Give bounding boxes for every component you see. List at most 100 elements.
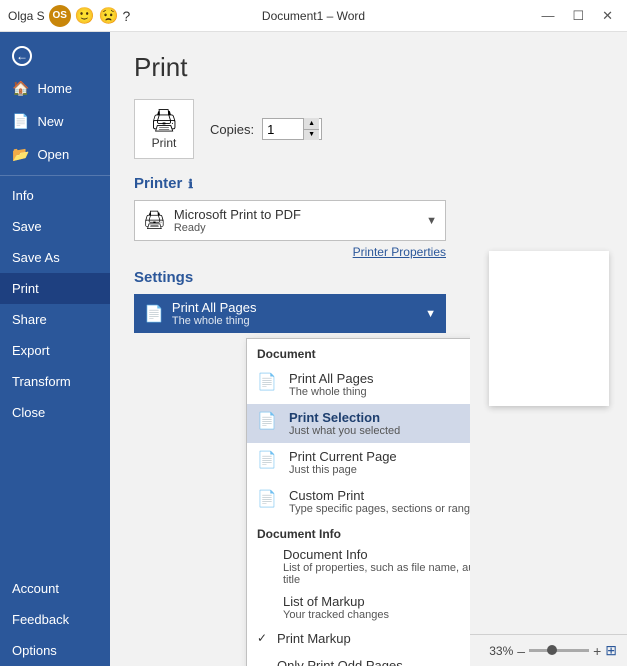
print-markup-text: Print Markup: [277, 631, 470, 646]
sidebar-item-close[interactable]: Close: [0, 397, 110, 428]
doc-info-title: Document Info: [283, 547, 470, 562]
copies-area: Copies: ▲ ▼: [210, 118, 322, 140]
odd-pages-label: Only Print Odd Pages: [277, 658, 470, 666]
zoom-out-button[interactable]: –: [517, 643, 525, 659]
print-current-icon: 📄: [257, 450, 281, 470]
back-button[interactable]: ←: [0, 40, 110, 72]
help-icon[interactable]: ?: [123, 8, 131, 24]
sidebar-item-share[interactable]: Share: [0, 304, 110, 335]
print-selection-title: Print Selection: [289, 410, 470, 425]
list-markup-desc: Your tracked changes: [283, 609, 470, 621]
copies-up-button[interactable]: ▲: [303, 118, 319, 130]
print-all-text: Print All Pages The whole thing: [289, 371, 470, 398]
sidebar-label-close: Close: [12, 405, 45, 420]
print-current-title: Print Current Page: [289, 449, 470, 464]
doc-info-desc: List of properties, such as file name, a…: [283, 562, 470, 586]
sidebar-item-print[interactable]: Print: [0, 273, 110, 304]
printer-icon: 🖨: [150, 108, 178, 134]
printer-section-heading: Printer ℹ: [134, 175, 446, 192]
print-options-dropdown: Document 📄 Print All Pages The whole thi…: [246, 338, 470, 666]
info-icon[interactable]: ℹ: [188, 177, 193, 191]
printer-status: Ready: [174, 222, 426, 234]
sidebar-label-home: Home: [37, 81, 72, 96]
sidebar-item-info[interactable]: Info: [0, 180, 110, 211]
sidebar-label-account: Account: [12, 581, 59, 596]
sidebar-item-save[interactable]: Save: [0, 211, 110, 242]
print-markup-option[interactable]: ✓ Print Markup: [247, 625, 470, 652]
print-preview-area: [470, 32, 627, 634]
zoom-slider-thumb: [547, 645, 557, 655]
copies-down-button[interactable]: ▼: [303, 130, 319, 141]
zoom-percent-label: 33%: [489, 644, 513, 658]
printer-selector[interactable]: 🖨 Microsoft Print to PDF Ready ▼: [134, 200, 446, 241]
preview-page: [489, 251, 609, 406]
emoji-sad-icon[interactable]: 😟: [99, 6, 119, 26]
home-icon: 🏠: [12, 80, 29, 97]
sidebar-item-options[interactable]: Options: [0, 635, 110, 666]
page-title: Print: [134, 52, 446, 83]
settings-dropdown-text: Print All Pages The whole thing: [172, 300, 425, 327]
sidebar-label-feedback: Feedback: [12, 612, 69, 627]
settings-section-heading: Settings: [134, 269, 446, 286]
print-all-icon: 📄: [257, 372, 281, 392]
user-area: Olga S OS 🙂 😟 ?: [8, 5, 130, 27]
settings-dropdown-arrow-icon: ▼: [425, 308, 436, 320]
print-current-page-option[interactable]: 📄 Print Current Page Just this page: [247, 443, 470, 482]
custom-print-title: Custom Print: [289, 488, 470, 503]
odd-pages-checkmark: [257, 658, 273, 666]
sidebar: ← 🏠 Home 📄 New 📂 Open Info Save Save As …: [0, 32, 110, 666]
print-button[interactable]: 🖨 Print: [134, 99, 194, 159]
zoom-control: 33% – + ⊞: [489, 642, 617, 659]
fit-page-button[interactable]: ⊞: [605, 642, 617, 659]
print-all-pages-option[interactable]: 📄 Print All Pages The whole thing: [247, 365, 470, 404]
list-markup-title: List of Markup: [283, 594, 470, 609]
emoji-happy-icon[interactable]: 🙂: [75, 6, 95, 26]
sidebar-item-open[interactable]: 📂 Open: [0, 138, 110, 171]
settings-doc-icon: 📄: [144, 304, 164, 324]
zoom-slider[interactable]: [529, 649, 589, 652]
minimize-button[interactable]: —: [535, 6, 560, 25]
sidebar-item-account[interactable]: Account: [0, 573, 110, 604]
settings-main-label: Print All Pages: [172, 300, 425, 315]
document-info-option[interactable]: Document Info List of properties, such a…: [247, 543, 470, 590]
print-selection-option[interactable]: 📄 Print Selection Just what you selected: [247, 404, 470, 443]
sidebar-label-export: Export: [12, 343, 50, 358]
zoom-in-button[interactable]: +: [593, 643, 601, 659]
sidebar-item-export[interactable]: Export: [0, 335, 110, 366]
close-window-button[interactable]: ✕: [596, 6, 619, 26]
list-of-markup-option[interactable]: List of Markup Your tracked changes: [247, 590, 470, 625]
custom-print-text: Custom Print Type specific pages, sectio…: [289, 488, 470, 515]
sidebar-item-save-as[interactable]: Save As: [0, 242, 110, 273]
sidebar-label-transform: Transform: [12, 374, 71, 389]
odd-pages-text: Only Print Odd Pages: [277, 658, 470, 666]
custom-print-desc: Type specific pages, sections or ranges: [289, 503, 470, 515]
printer-properties-link[interactable]: Printer Properties: [134, 245, 446, 259]
sidebar-item-home[interactable]: 🏠 Home: [0, 72, 110, 105]
sidebar-label-save-as: Save As: [12, 250, 60, 265]
sidebar-item-new[interactable]: 📄 New: [0, 105, 110, 138]
custom-print-option[interactable]: 📄 Custom Print Type specific pages, sect…: [247, 482, 470, 521]
sidebar-item-feedback[interactable]: Feedback: [0, 604, 110, 635]
settings-dropdown[interactable]: 📄 Print All Pages The whole thing ▼: [134, 294, 446, 333]
sidebar-divider: [0, 175, 110, 176]
maximize-button[interactable]: ☐: [566, 6, 590, 26]
sidebar-label-options: Options: [12, 643, 57, 658]
copies-input[interactable]: [263, 122, 303, 137]
print-selection-text: Print Selection Just what you selected: [289, 410, 470, 437]
user-name: Olga S: [8, 9, 45, 23]
printer-dropdown-arrow: ▼: [426, 215, 437, 227]
document-section-header: Document: [247, 339, 470, 365]
doc-info-section-header: Document Info: [247, 521, 470, 543]
copies-label: Copies:: [210, 122, 254, 137]
sidebar-label-share: Share: [12, 312, 47, 327]
odd-pages-option[interactable]: Only Print Odd Pages: [247, 652, 470, 666]
print-markup-label: Print Markup: [277, 631, 470, 646]
copies-input-wrap: ▲ ▼: [262, 118, 322, 140]
print-markup-checkmark: ✓: [257, 631, 273, 645]
print-button-area: 🖨 Print Copies: ▲ ▼: [134, 99, 446, 159]
printer-select-icon: 🖨: [143, 210, 166, 231]
sidebar-item-transform[interactable]: Transform: [0, 366, 110, 397]
back-arrow-icon: ←: [12, 46, 32, 66]
app-body: ← 🏠 Home 📄 New 📂 Open Info Save Save As …: [0, 32, 627, 666]
print-current-text: Print Current Page Just this page: [289, 449, 470, 476]
